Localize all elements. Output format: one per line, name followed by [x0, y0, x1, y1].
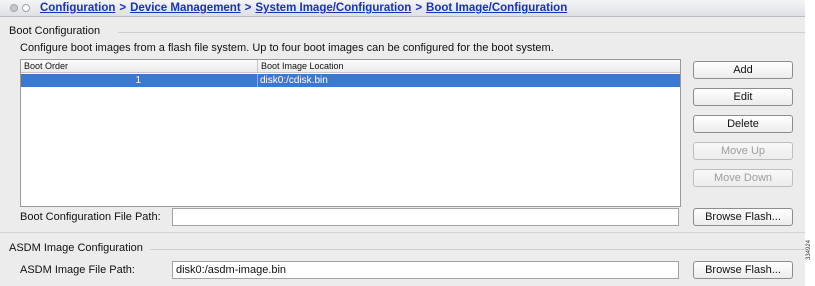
boot-config-file-path-label: Boot Configuration File Path:	[20, 211, 161, 223]
boot-config-description: Configure boot images from a flash file …	[20, 42, 554, 54]
breadcrumb-separator: >	[244, 2, 252, 14]
breadcrumb-link-device-management[interactable]: Device Management	[130, 2, 241, 14]
asdm-config-title: ASDM Image Configuration	[9, 242, 147, 254]
group-divider	[118, 32, 805, 33]
move-up-button[interactable]: Move Up	[693, 142, 793, 160]
cell-boot-image-location: disk0:/cdisk.bin	[260, 75, 328, 86]
cell-boot-order: 1	[21, 74, 258, 87]
breadcrumb: Configuration > Device Management > System I…	[40, 2, 567, 14]
figure-id-label: 334924	[806, 239, 812, 260]
breadcrumb-separator: >	[415, 2, 423, 14]
breadcrumb-separator: >	[119, 2, 127, 14]
boot-image-panel: Boot Configuration Configure boot images…	[0, 17, 805, 286]
breadcrumb-link-configuration[interactable]: Configuration	[40, 2, 115, 14]
boot-images-table[interactable]: Boot Order Boot Image Location 1 disk0:/…	[20, 59, 681, 207]
asdm-file-path-input[interactable]: disk0:/asdm-image.bin	[172, 261, 679, 279]
section-divider	[0, 232, 805, 233]
delete-button[interactable]: Delete	[693, 115, 793, 133]
group-divider	[150, 249, 805, 250]
browse-flash-asdm-button[interactable]: Browse Flash...	[693, 261, 793, 279]
window-button-icon[interactable]	[22, 4, 30, 12]
table-row[interactable]: 1 disk0:/cdisk.bin	[21, 74, 680, 87]
column-header-boot-order[interactable]: Boot Order	[21, 60, 258, 72]
breadcrumb-link-boot-image[interactable]: Boot Image/Configuration	[426, 2, 567, 14]
table-header: Boot Order Boot Image Location	[21, 60, 680, 73]
browse-flash-boot-button[interactable]: Browse Flash...	[693, 208, 793, 226]
add-button[interactable]: Add	[693, 61, 793, 79]
boot-config-title: Boot Configuration	[9, 25, 105, 37]
breadcrumb-link-system-image[interactable]: System Image/Configuration	[255, 2, 411, 14]
breadcrumb-bar: Configuration > Device Management > System I…	[0, 0, 805, 17]
window-button-icon[interactable]	[10, 4, 18, 12]
move-down-button[interactable]: Move Down	[693, 169, 793, 187]
asdm-file-path-label: ASDM Image File Path:	[20, 264, 135, 276]
boot-config-file-path-input[interactable]	[172, 208, 679, 226]
column-header-boot-image-location[interactable]: Boot Image Location	[258, 60, 680, 72]
edit-button[interactable]: Edit	[693, 88, 793, 106]
